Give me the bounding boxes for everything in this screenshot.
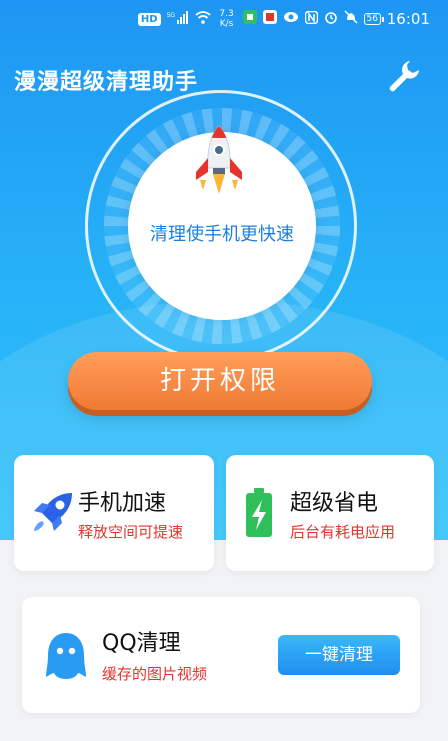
eye-icon (283, 11, 299, 27)
status-time: 16:01 (386, 10, 430, 28)
card-title: 手机加速 (78, 491, 167, 516)
net-speed: 7.3 K/s (219, 9, 234, 29)
battery-charging-icon (246, 488, 272, 537)
one-click-clean-button[interactable]: 一键清理 (278, 635, 400, 675)
rocket-icon (34, 493, 72, 531)
battery-icon: 56 (363, 13, 384, 25)
app-icon (242, 10, 257, 28)
card-subtitle: 释放空间可提速 (78, 523, 184, 541)
app-title: 漫漫超级清理助手 (14, 70, 199, 95)
wrench-icon[interactable] (386, 58, 422, 94)
card-subtitle: 缓存的图片视频 (102, 665, 208, 683)
mute-icon (344, 10, 358, 28)
qq-icon (46, 633, 86, 679)
hd-icon: HD (137, 12, 161, 26)
dial-caption: 清理使手机更快速 (150, 224, 294, 245)
card-title: QQ清理 (102, 631, 181, 656)
app-icon (262, 10, 277, 28)
card-subtitle: 后台有耗电应用 (290, 523, 396, 541)
nfc-icon (304, 10, 318, 28)
wifi-icon (194, 11, 211, 27)
power-saving-card[interactable]: 超级省电 后台有耗电应用 (226, 455, 434, 571)
phone-boost-card[interactable]: 手机加速 释放空间可提速 (14, 455, 214, 571)
card-title: 超级省电 (290, 491, 379, 516)
battery-level: 56 (363, 13, 381, 25)
status-icons: HD 5G 7.3 K/s 56 (137, 9, 384, 29)
signal-icon: 5G (167, 11, 189, 27)
rocket-icon (196, 125, 242, 194)
alarm-icon (324, 10, 338, 28)
svg-text:5G: 5G (167, 13, 175, 19)
open-permission-button[interactable]: 打开权限 (68, 352, 372, 410)
qq-clean-card: QQ清理 缓存的图片视频 一键清理 (22, 597, 420, 713)
status-bar: HD 5G 7.3 K/s 56 16:01 (0, 0, 448, 40)
